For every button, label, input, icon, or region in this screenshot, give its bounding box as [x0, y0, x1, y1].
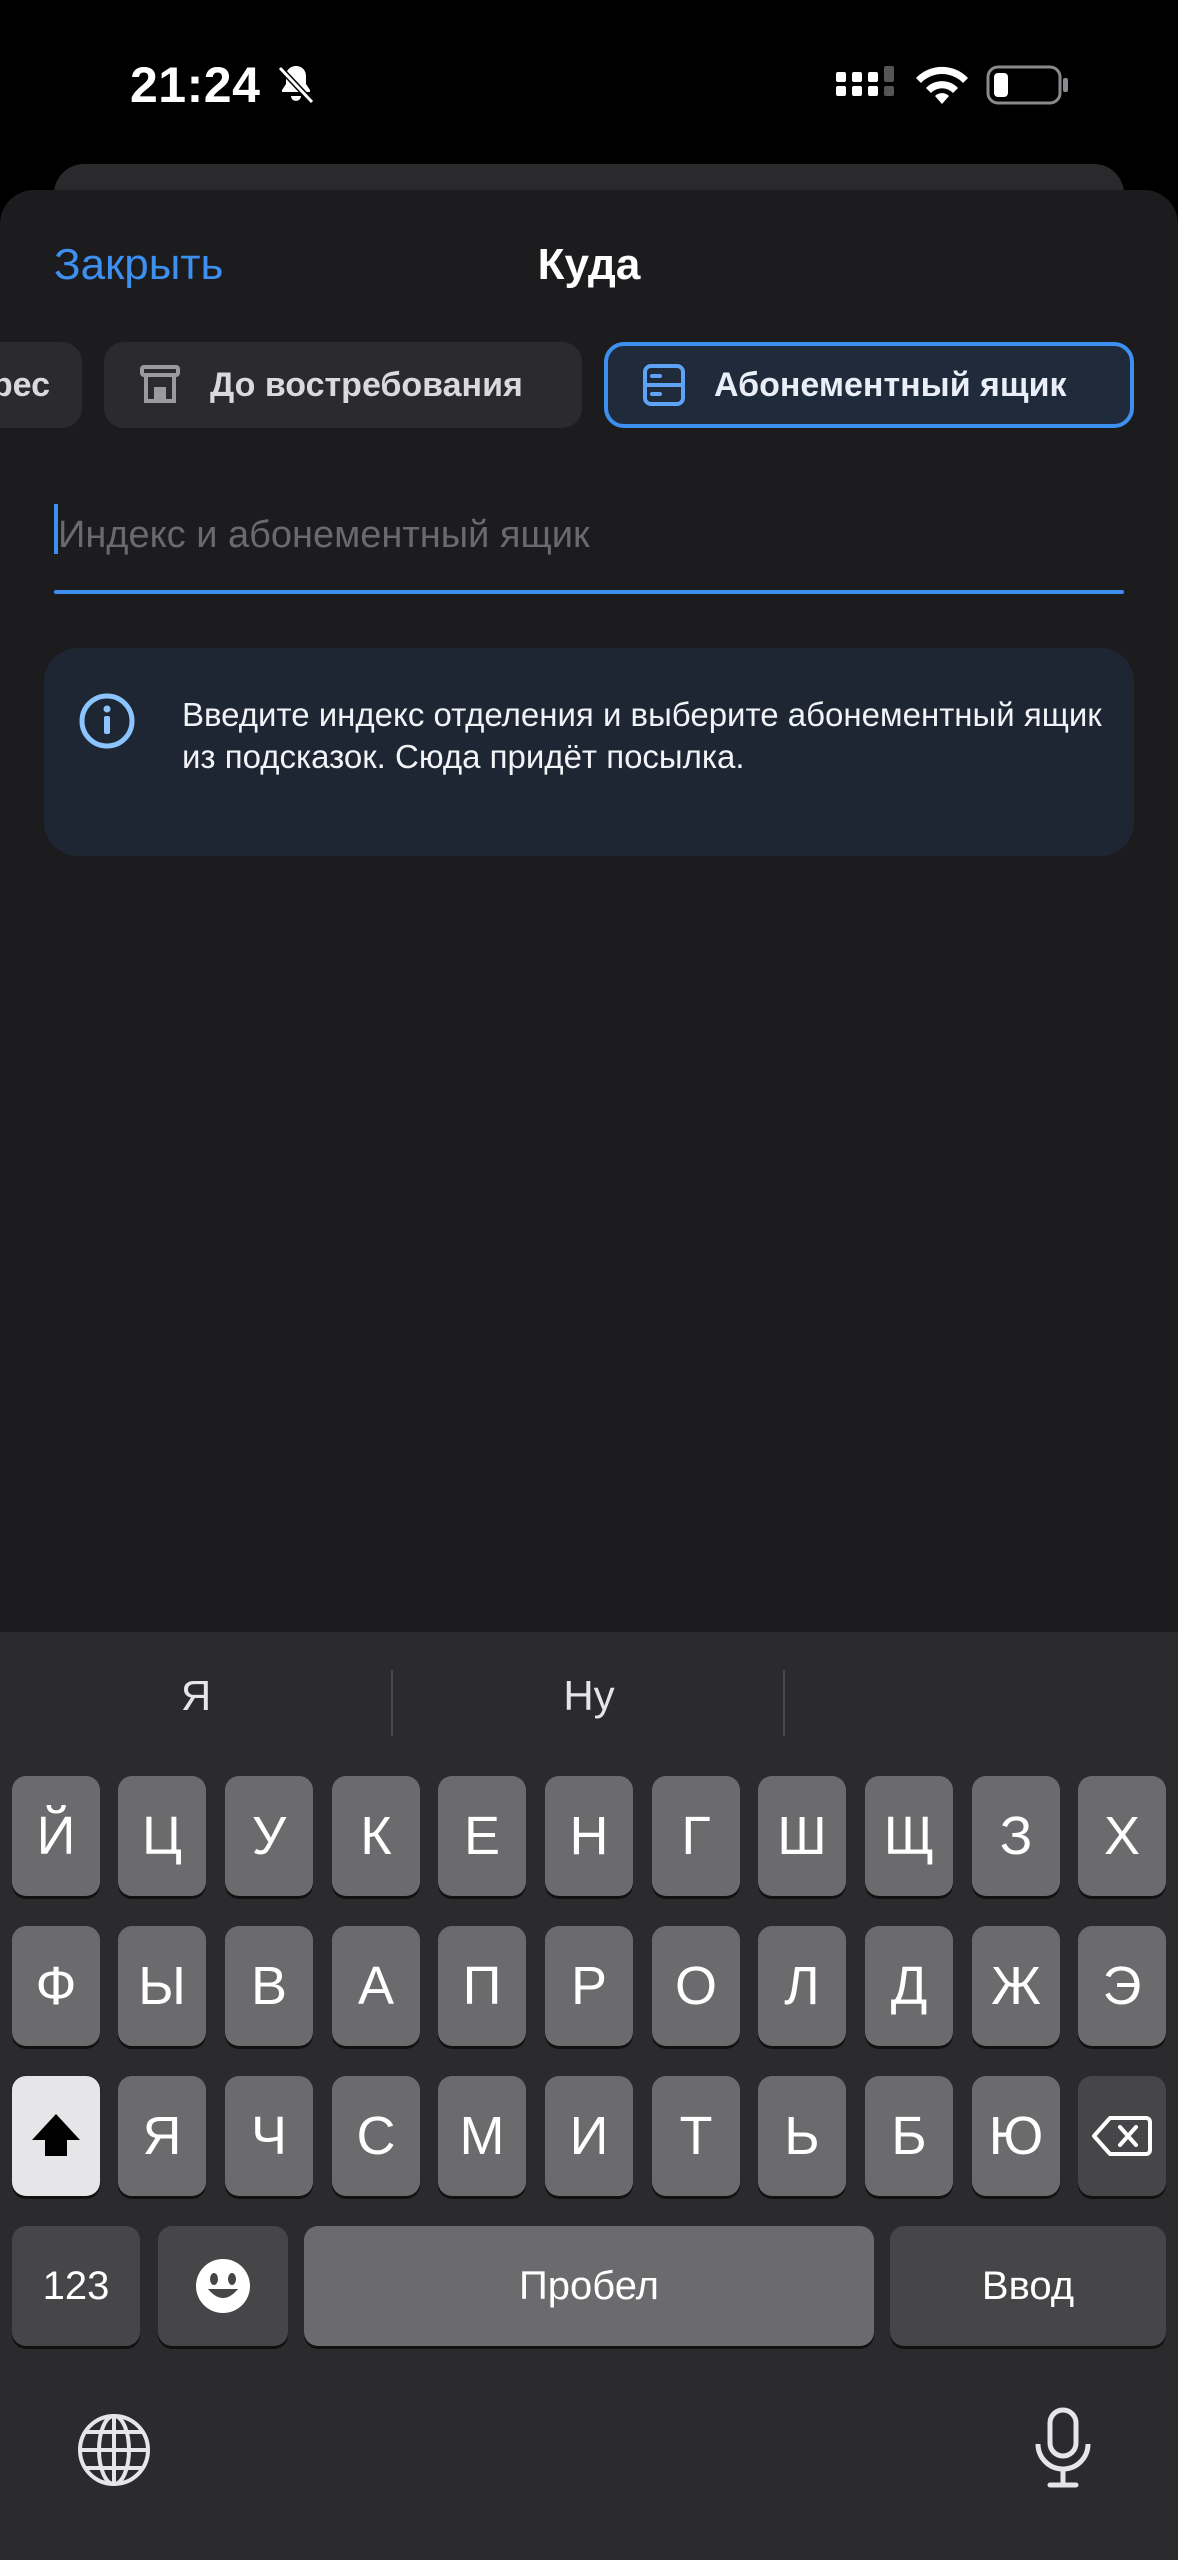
key[interactable]: Э: [1078, 1926, 1166, 2046]
key[interactable]: О: [652, 1926, 740, 2046]
wifi-icon: [916, 66, 968, 104]
key[interactable]: Р: [545, 1926, 633, 2046]
microphone-icon[interactable]: [1030, 2406, 1096, 2490]
numbers-key[interactable]: 123: [12, 2226, 140, 2346]
index-po-box-input[interactable]: [54, 480, 1124, 590]
tab-general-delivery-label: До востребования: [210, 365, 523, 404]
suggestion-2[interactable]: Ну: [393, 1672, 785, 1720]
key[interactable]: Ш: [758, 1776, 846, 1896]
keyboard: Я Ну Й Ц У К Е Н Г Ш Щ З Х Ф Ы В А П Р О…: [0, 1632, 1178, 2560]
key[interactable]: В: [225, 1926, 313, 2046]
key[interactable]: Ь: [758, 2076, 846, 2196]
battery-icon: [986, 65, 1068, 105]
key[interactable]: Ж: [972, 1926, 1060, 2046]
tab-po-box[interactable]: Абонементный ящик: [604, 342, 1134, 428]
key[interactable]: Ч: [225, 2076, 313, 2196]
suggestion-divider: [783, 1670, 785, 1736]
emoji-icon: [196, 2259, 250, 2313]
backspace-key[interactable]: [1078, 2076, 1166, 2196]
emoji-key[interactable]: [158, 2226, 288, 2346]
shift-key[interactable]: [12, 2076, 100, 2196]
key[interactable]: Х: [1078, 1776, 1166, 1896]
tab-general-delivery[interactable]: До востребования: [104, 342, 582, 428]
tab-po-box-label: Абонементный ящик: [714, 365, 1067, 404]
key[interactable]: З: [972, 1776, 1060, 1896]
input-underline: [54, 590, 1124, 594]
key[interactable]: Г: [652, 1776, 740, 1896]
index-input-container: [54, 480, 1124, 594]
return-key[interactable]: Ввод: [890, 2226, 1166, 2346]
po-box-icon: [643, 364, 685, 406]
key[interactable]: Н: [545, 1776, 633, 1896]
key[interactable]: Я: [118, 2076, 206, 2196]
post-office-icon: [140, 365, 180, 403]
key[interactable]: Ф: [12, 1926, 100, 2046]
key[interactable]: Ю: [972, 2076, 1060, 2196]
tab-address[interactable]: рес: [0, 342, 82, 428]
key[interactable]: А: [332, 1926, 420, 2046]
key[interactable]: Д: [865, 1926, 953, 2046]
keyboard-suggestions: Я Ну: [0, 1632, 1178, 1768]
key[interactable]: Б: [865, 2076, 953, 2196]
key[interactable]: Ы: [118, 1926, 206, 2046]
key[interactable]: Ц: [118, 1776, 206, 1896]
key[interactable]: И: [545, 2076, 633, 2196]
info-icon: [79, 693, 135, 749]
globe-icon[interactable]: [76, 2412, 152, 2488]
tab-address-label: рес: [0, 365, 50, 404]
key[interactable]: С: [332, 2076, 420, 2196]
info-text: Введите индекс отделения и выберите абон…: [182, 696, 1102, 775]
status-bar: 21:24: [0, 0, 1178, 170]
backspace-icon: [1092, 2116, 1152, 2156]
key[interactable]: Е: [438, 1776, 526, 1896]
page-title: Куда: [537, 240, 641, 289]
key[interactable]: Т: [652, 2076, 740, 2196]
space-key[interactable]: Пробел: [304, 2226, 874, 2346]
shift-icon: [32, 2114, 80, 2156]
bell-slash-icon: [277, 65, 315, 105]
key[interactable]: У: [225, 1776, 313, 1896]
cellular-signal-icon: [836, 66, 894, 96]
key[interactable]: Л: [758, 1926, 846, 2046]
text-caret: [54, 504, 58, 554]
key[interactable]: Щ: [865, 1776, 953, 1896]
key[interactable]: К: [332, 1776, 420, 1896]
key[interactable]: П: [438, 1926, 526, 2046]
info-banner: Введите индекс отделения и выберите абон…: [44, 648, 1134, 856]
key[interactable]: М: [438, 2076, 526, 2196]
key[interactable]: Й: [12, 1776, 100, 1896]
status-time: 21:24: [130, 57, 261, 113]
suggestion-1[interactable]: Я: [0, 1672, 392, 1720]
